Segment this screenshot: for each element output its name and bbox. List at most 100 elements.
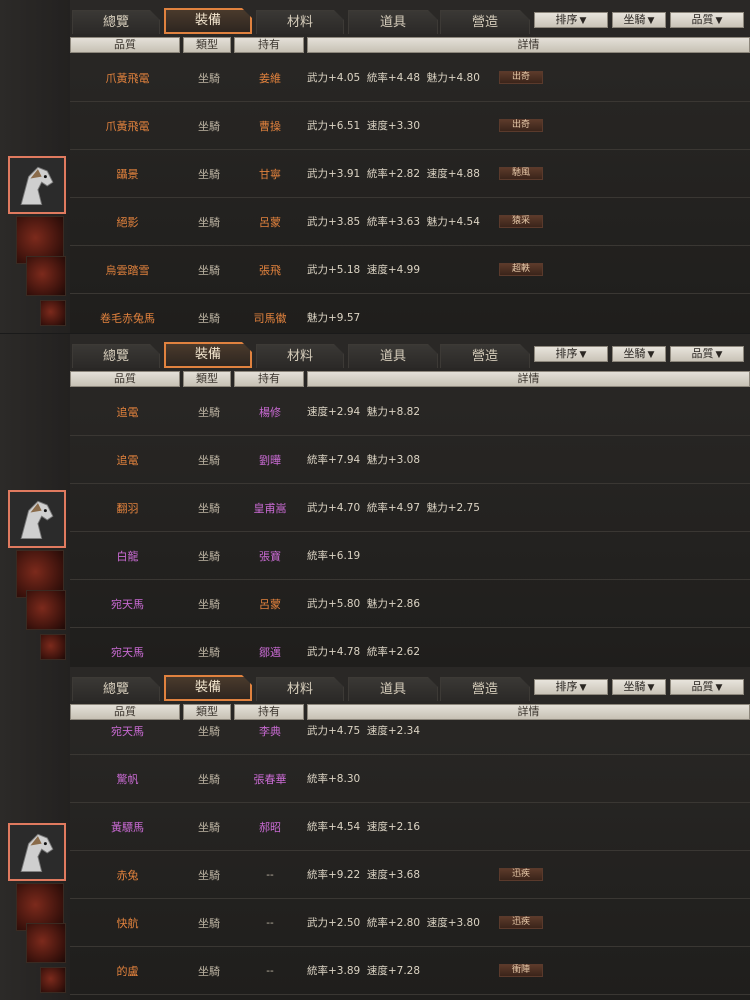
filter-dropdown-0[interactable]: 排序 ▼ (534, 679, 608, 695)
mount-name: 爪黃飛電 (105, 119, 150, 133)
table-row[interactable]: 驚帆 坐騎 張春華 統率+8.30 (70, 755, 750, 803)
mount-owner: 呂蒙 (259, 597, 281, 611)
chevron-down-icon: ▼ (647, 683, 655, 693)
table-row[interactable]: 追電 坐騎 楊修 速度+2.94 魅力+8.82 (70, 388, 750, 436)
horse-portrait-icon (10, 492, 64, 546)
tab-0[interactable]: 總覽 (72, 10, 160, 34)
column-header[interactable]: 詳情 (307, 371, 750, 387)
table-row[interactable]: 宛天馬 坐騎 李典 武力+4.75 速度+2.34 (70, 707, 750, 755)
table-row[interactable]: 卷毛赤兔馬 坐騎 司馬徽 魅力+9.57 (70, 294, 750, 333)
table-row[interactable]: 翻羽 坐騎 皇甫嵩 武力+4.70 統率+4.97 魅力+2.75 (70, 484, 750, 532)
skill-badge: 馳風 (499, 167, 543, 180)
mount-owner: 張寶 (259, 549, 281, 563)
table-row[interactable]: 赤兔 坐騎 -- 統率+9.22 速度+3.68 迅疾 (70, 851, 750, 899)
mount-name: 躡景 (116, 167, 139, 181)
mount-type: 坐騎 (198, 916, 220, 930)
mount-name: 翻羽 (116, 501, 139, 515)
filter-dropdown-1[interactable]: 坐騎 ▼ (612, 346, 666, 362)
tab-4[interactable]: 營造 (440, 10, 530, 34)
table-row[interactable]: 宛天馬 坐騎 呂蒙 武力+5.80 魅力+2.86 (70, 580, 750, 628)
equipment-slot[interactable] (26, 923, 66, 963)
mount-name: 追電 (116, 453, 139, 467)
tab-4[interactable]: 營造 (440, 677, 530, 701)
mount-type: 坐騎 (198, 405, 220, 419)
table-row[interactable]: 白龍 坐騎 張寶 統率+6.19 (70, 532, 750, 580)
tab-4[interactable]: 營造 (440, 344, 530, 368)
table-row[interactable]: 黃驃馬 坐騎 郝昭 統率+4.54 速度+2.16 (70, 803, 750, 851)
tab-0[interactable]: 總覽 (72, 677, 160, 701)
table-row[interactable]: 的盧 坐騎 -- 統率+3.89 速度+7.28 衝陣 (70, 947, 750, 995)
equipment-slot[interactable] (40, 634, 66, 660)
equipment-slot[interactable] (26, 590, 66, 630)
filter-label: 坐騎 (623, 13, 646, 26)
table-row[interactable]: 烏雲踏雪 坐騎 張飛 武力+5.18 速度+4.99 超軼 (70, 246, 750, 294)
column-header[interactable]: 品質 (70, 371, 180, 387)
tab-0[interactable]: 總覽 (72, 344, 160, 368)
mount-owner: -- (266, 868, 274, 881)
column-header[interactable]: 持有 (234, 371, 304, 387)
filter-dropdown-1[interactable]: 坐騎 ▼ (612, 679, 666, 695)
column-header[interactable]: 類型 (183, 371, 231, 387)
equipment-slot[interactable] (40, 300, 66, 326)
filter-dropdown-2[interactable]: 品質 ▼ (670, 346, 744, 362)
filter-dropdown-2[interactable]: 品質 ▼ (670, 12, 744, 28)
equipment-slot[interactable] (8, 490, 66, 548)
column-header[interactable]: 類型 (183, 37, 231, 53)
filter-dropdown-0[interactable]: 排序 ▼ (534, 346, 608, 362)
table-row[interactable]: 躡景 坐騎 甘寧 武力+3.91 統率+2.82 速度+4.88 馳風 (70, 150, 750, 198)
filter-dropdown-2[interactable]: 品質 ▼ (670, 679, 744, 695)
tab-3[interactable]: 道具 (348, 677, 438, 701)
table-row[interactable]: 宛天馬 坐騎 鄒邁 武力+4.78 統率+2.62 (70, 628, 750, 667)
mount-owner: 劉曄 (259, 453, 281, 467)
mount-name: 爪黃飛電 (105, 71, 150, 85)
tab-1[interactable]: 裝備 (164, 675, 252, 701)
table-row[interactable]: 爪黃飛電 坐騎 曹操 武力+6.51 速度+3.30 出奇 (70, 102, 750, 150)
tab-2[interactable]: 材料 (256, 677, 344, 701)
tab-3[interactable]: 道具 (348, 10, 438, 34)
mount-owner: 司馬徽 (253, 311, 287, 325)
equipment-slot[interactable] (8, 156, 66, 214)
equipment-slot[interactable] (8, 823, 66, 881)
mount-name: 宛天馬 (111, 597, 144, 611)
mount-detail: 速度+2.94 魅力+8.82 (307, 406, 421, 418)
column-header[interactable]: 詳情 (307, 37, 750, 53)
mount-type: 坐騎 (198, 549, 220, 563)
tab-3[interactable]: 道具 (348, 344, 438, 368)
mount-type: 坐騎 (198, 820, 220, 834)
table-row[interactable]: 爪黃飛電 坐騎 姜維 武力+4.05 統率+4.48 魅力+4.80 出奇 (70, 54, 750, 102)
tab-1[interactable]: 裝備 (164, 342, 252, 368)
filter-label: 排序 (555, 13, 578, 26)
skill-badge: 超軼 (499, 263, 543, 276)
tab-2[interactable]: 材料 (256, 10, 344, 34)
filter-label: 排序 (555, 347, 578, 360)
mount-type: 坐騎 (198, 215, 220, 229)
mount-type: 坐騎 (198, 597, 220, 611)
skill-badge: 出奇 (499, 71, 543, 84)
mount-type: 坐騎 (198, 964, 220, 978)
filter-label: 品質 (691, 13, 714, 26)
column-header[interactable]: 持有 (234, 37, 304, 53)
equipment-slot-bar (0, 0, 70, 333)
filter-dropdown-1[interactable]: 坐騎 ▼ (612, 12, 666, 28)
mount-owner: 呂蒙 (259, 215, 281, 229)
equipment-slot[interactable] (40, 967, 66, 993)
mount-owner: 李典 (259, 724, 281, 738)
mount-detail: 武力+4.78 統率+2.62 (307, 646, 421, 658)
skill-badge: 衝陣 (499, 964, 543, 977)
table-row[interactable]: 追電 坐騎 劉曄 統率+7.94 魅力+3.08 (70, 436, 750, 484)
tab-1[interactable]: 裝備 (164, 8, 252, 34)
mount-type: 坐騎 (198, 645, 220, 659)
table-row[interactable]: 絕影 坐騎 呂蒙 武力+3.85 統率+3.63 魅力+4.54 猿采 (70, 198, 750, 246)
table-row[interactable]: 快航 坐騎 -- 武力+2.50 統率+2.80 速度+3.80 迅疾 (70, 899, 750, 947)
mount-type: 坐騎 (198, 868, 220, 882)
filter-label: 坐騎 (623, 347, 646, 360)
equipment-slot[interactable] (26, 256, 66, 296)
column-header[interactable]: 品質 (70, 37, 180, 53)
filter-dropdown-0[interactable]: 排序 ▼ (534, 12, 608, 28)
mount-detail: 統率+4.54 速度+2.16 (307, 821, 421, 833)
mount-type: 坐騎 (198, 71, 220, 85)
chevron-down-icon: ▼ (715, 350, 723, 360)
tab-2[interactable]: 材料 (256, 344, 344, 368)
mount-name: 絕影 (116, 215, 139, 229)
mount-owner: 郝昭 (259, 820, 281, 834)
